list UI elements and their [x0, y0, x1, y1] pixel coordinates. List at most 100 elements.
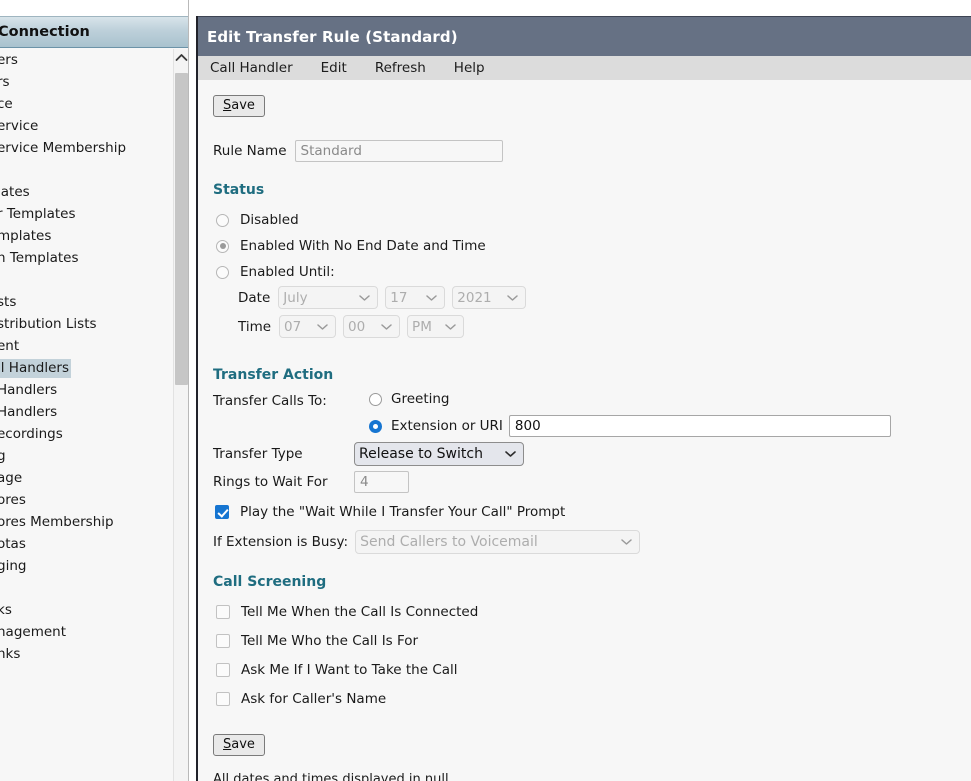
- status-radio[interactable]: [216, 240, 229, 253]
- time-hour-select[interactable]: 07: [279, 315, 336, 338]
- save-label-bottom: ave: [231, 737, 255, 752]
- extension-busy-select-wrap[interactable]: Send Callers to Voicemail: [355, 530, 640, 554]
- call-screening-checkbox[interactable]: [216, 634, 230, 648]
- sidebar-item-label: lates: [0, 184, 30, 200]
- transfer-extension-input[interactable]: [509, 415, 891, 437]
- sidebar-item[interactable]: age: [0, 467, 170, 489]
- status-option[interactable]: Enabled Until:: [216, 259, 486, 285]
- time-minute-select[interactable]: 00: [343, 315, 400, 338]
- date-month-select-wrap[interactable]: July: [278, 286, 378, 309]
- sidebar-scrollbar[interactable]: [173, 49, 188, 781]
- form-content: Save Rule Name Status DisabledEnabled Wi…: [198, 80, 971, 781]
- menu-item-edit[interactable]: Edit: [321, 60, 347, 76]
- page-title: Edit Transfer Rule (Standard): [207, 28, 458, 46]
- sidebar-item-label: ers: [0, 52, 18, 68]
- sidebar-item[interactable]: ce: [0, 93, 170, 115]
- sidebar-item-label: ervice: [0, 118, 38, 134]
- sidebar-item[interactable]: Handlers: [0, 401, 170, 423]
- time-meridiem-select-wrap[interactable]: PM: [407, 315, 464, 338]
- sidebar-item[interactable]: ervice Membership: [0, 137, 170, 159]
- sidebar-item-label: ging: [0, 558, 26, 574]
- sidebar-item-label: nks: [0, 646, 20, 662]
- status-option-label: Disabled: [240, 212, 299, 228]
- menu-item-help[interactable]: Help: [454, 60, 485, 76]
- transfer-type-select[interactable]: Release to Switch: [354, 442, 524, 466]
- time-minute-select-wrap[interactable]: 00: [343, 315, 400, 338]
- menu-item-refresh[interactable]: Refresh: [375, 60, 426, 76]
- application-window: Connection ersrsceerviceervice Membershi…: [0, 0, 971, 781]
- sidebar-item[interactable]: ers: [0, 49, 170, 71]
- time-meridiem-select[interactable]: PM: [407, 315, 464, 338]
- sidebar-item-label: g: [0, 448, 6, 464]
- sidebar-item[interactable]: lates: [0, 181, 170, 203]
- sidebar-item-label: r Templates: [0, 206, 75, 222]
- transfer-greeting-option[interactable]: Greeting: [369, 391, 450, 407]
- date-month-select[interactable]: July: [278, 286, 378, 309]
- main-panel: Edit Transfer Rule (Standard) Call Handl…: [196, 16, 971, 781]
- call-screening-label: Ask Me If I Want to Take the Call: [241, 662, 458, 678]
- sidebar-item[interactable]: sts: [0, 291, 170, 313]
- sidebar-item[interactable]: r Templates: [0, 203, 170, 225]
- call-screening-label: Tell Me When the Call Is Connected: [241, 604, 478, 620]
- call-screening-checkbox[interactable]: [216, 605, 230, 619]
- date-day-select[interactable]: 17: [385, 286, 445, 309]
- chevron-up-icon[interactable]: [174, 49, 188, 66]
- date-year-select[interactable]: 2021: [452, 286, 526, 309]
- extension-busy-select[interactable]: Send Callers to Voicemail: [355, 530, 640, 554]
- sidebar-item[interactable]: nagement: [0, 621, 170, 643]
- call-screening-checkbox[interactable]: [216, 663, 230, 677]
- transfer-calls-to-label: Transfer Calls To:: [213, 393, 327, 409]
- extension-busy-label: If Extension is Busy:: [213, 534, 348, 550]
- transfer-type-select-wrap[interactable]: Release to Switch: [354, 442, 524, 466]
- call-screening-option[interactable]: Ask Me If I Want to Take the Call: [216, 655, 478, 684]
- call-screening-option[interactable]: Tell Me When the Call Is Connected: [216, 597, 478, 626]
- transfer-extension-option[interactable]: Extension or URI: [369, 415, 891, 437]
- status-option-label: Enabled With No End Date and Time: [240, 238, 486, 254]
- sidebar-item[interactable]: n Templates: [0, 247, 170, 269]
- sidebar-item-label: otas: [0, 536, 26, 552]
- sidebar-item[interactable]: ores Membership: [0, 511, 170, 533]
- sidebar-item[interactable]: ks: [0, 599, 170, 621]
- save-label-top: ave: [231, 98, 255, 113]
- sidebar-item-label: ks: [0, 602, 12, 618]
- sidebar-item[interactable]: ent: [0, 335, 170, 357]
- call-screening-checkbox[interactable]: [216, 692, 230, 706]
- wait-prompt-checkbox[interactable]: [215, 505, 229, 519]
- sidebar-item[interactable]: ervice: [0, 115, 170, 137]
- sidebar-item-label: ervice Membership: [0, 140, 126, 156]
- call-screening-option[interactable]: Tell Me Who the Call Is For: [216, 626, 478, 655]
- wait-prompt-option[interactable]: Play the "Wait While I Transfer Your Cal…: [215, 504, 565, 520]
- save-button-top[interactable]: Save: [213, 95, 265, 117]
- sidebar-item[interactable]: ging: [0, 555, 170, 577]
- call-screening-label: Ask for Caller's Name: [241, 691, 386, 707]
- sidebar-item-label: age: [0, 470, 22, 486]
- sidebar-group-separator: [0, 269, 170, 291]
- rings-to-wait-input[interactable]: [354, 471, 409, 493]
- sidebar-item[interactable]: stribution Lists: [0, 313, 170, 335]
- sidebar-item[interactable]: nks: [0, 643, 170, 665]
- call-screening-option[interactable]: Ask for Caller's Name: [216, 684, 478, 713]
- status-radio[interactable]: [216, 266, 229, 279]
- sidebar-item[interactable]: Handlers: [0, 379, 170, 401]
- date-year-select-wrap[interactable]: 2021: [452, 286, 526, 309]
- transfer-extension-radio[interactable]: [369, 420, 382, 433]
- status-option[interactable]: Disabled: [216, 207, 486, 233]
- scrollbar-thumb[interactable]: [175, 73, 188, 385]
- sidebar-item[interactable]: otas: [0, 533, 170, 555]
- date-day-select-wrap[interactable]: 17: [385, 286, 445, 309]
- time-hour-select-wrap[interactable]: 07: [279, 315, 336, 338]
- sidebar-item[interactable]: rs: [0, 71, 170, 93]
- sidebar-item[interactable]: mplates: [0, 225, 170, 247]
- status-option[interactable]: Enabled With No End Date and Time: [216, 233, 486, 259]
- transfer-greeting-radio[interactable]: [369, 393, 382, 406]
- sidebar-item[interactable]: g: [0, 445, 170, 467]
- sidebar-item-selected[interactable]: ll Handlers: [0, 357, 170, 379]
- sidebar-item-label: stribution Lists: [0, 316, 97, 332]
- sidebar-item[interactable]: ecordings: [0, 423, 170, 445]
- status-radio[interactable]: [216, 214, 229, 227]
- sidebar-nav-list: ers rsce ervice ervice Membership lates r Tem…: [0, 49, 170, 665]
- rule-name-input[interactable]: [295, 140, 503, 162]
- save-button-bottom[interactable]: Save: [213, 734, 265, 756]
- sidebar-item[interactable]: ores: [0, 489, 170, 511]
- menu-item-call-handler[interactable]: Call Handler: [210, 60, 293, 76]
